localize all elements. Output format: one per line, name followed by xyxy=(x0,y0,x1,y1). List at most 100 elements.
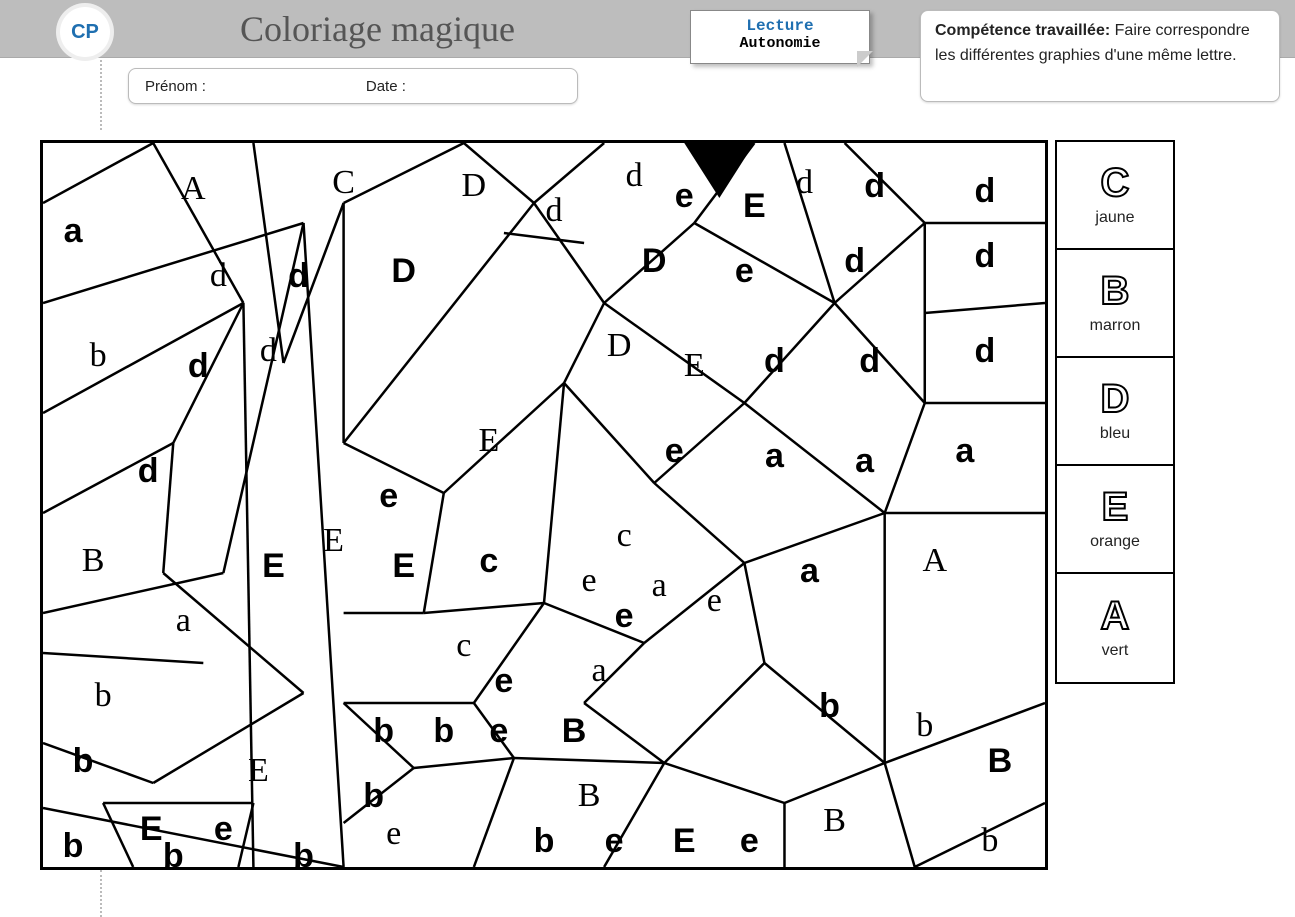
date-label: Date : xyxy=(366,78,406,95)
puzzle-letter: e xyxy=(707,582,722,619)
puzzle-letter: c xyxy=(617,517,632,554)
legend-cell: B marron xyxy=(1057,250,1173,358)
name-date-box: Prénom : Date : xyxy=(128,68,578,104)
puzzle-letter: a xyxy=(855,442,875,480)
puzzle-letter: B xyxy=(578,777,601,814)
puzzle-letter: B xyxy=(988,742,1013,780)
puzzle-letter: B xyxy=(823,802,846,839)
puzzle-letter: e xyxy=(214,810,233,848)
page-title: Coloriage magique xyxy=(240,8,515,50)
puzzle-letter: b xyxy=(433,712,454,750)
puzzle-letter: b xyxy=(373,712,394,750)
legend-color: orange xyxy=(1090,533,1140,551)
subject-line1: Lecture xyxy=(691,17,869,35)
puzzle-letter: B xyxy=(562,712,587,750)
puzzle-letter: d xyxy=(864,167,885,205)
guide-line xyxy=(100,60,102,130)
puzzle-letter: d xyxy=(974,332,995,370)
guide-line-bottom xyxy=(100,870,102,917)
puzzle-letter: b xyxy=(73,742,94,780)
puzzle-letter: E xyxy=(248,752,269,789)
puzzle-letter: b xyxy=(819,687,840,725)
puzzle-letter: E xyxy=(262,547,285,585)
puzzle-letter: d xyxy=(288,257,309,295)
competence-label: Compétence travaillée: xyxy=(935,22,1110,39)
legend-letter: B xyxy=(1101,271,1130,311)
puzzle-letter: e xyxy=(582,562,597,599)
legend-letter: C xyxy=(1101,163,1130,203)
puzzle-letter: A xyxy=(922,542,947,579)
puzzle-letter: E xyxy=(743,187,766,225)
puzzle-letter: b xyxy=(293,837,314,867)
legend-letter: A xyxy=(1101,596,1130,636)
coloring-puzzle: aACDddeEdddddDDeddbddDEddddEeaaaBEEeEcce… xyxy=(40,140,1048,870)
puzzle-letter: a xyxy=(955,432,975,470)
puzzle-letter: e xyxy=(740,822,759,860)
puzzle-letter: d xyxy=(546,192,563,229)
puzzle-letter: d xyxy=(210,257,227,294)
puzzle-letter: d xyxy=(974,172,995,210)
legend-color: bleu xyxy=(1100,425,1130,443)
worksheet-page: CP Coloriage magique Lecture Autonomie C… xyxy=(0,0,1295,917)
puzzle-letter: b xyxy=(534,822,555,860)
puzzle-letter: E xyxy=(140,810,163,848)
puzzle-letter: b xyxy=(363,777,384,815)
puzzle-letter: a xyxy=(765,437,785,475)
legend-color: marron xyxy=(1090,317,1141,335)
puzzle-letter: d xyxy=(138,452,159,490)
puzzle-letter: a xyxy=(800,552,820,590)
puzzle-letter: e xyxy=(675,177,694,215)
puzzle-letter: d xyxy=(844,242,865,280)
puzzle-letter: b xyxy=(916,707,933,744)
legend-color: jaune xyxy=(1095,209,1134,227)
puzzle-letter: D xyxy=(607,327,632,364)
puzzle-letter: a xyxy=(592,652,607,689)
name-label: Prénom : xyxy=(145,78,206,95)
puzzle-letter: D xyxy=(462,167,487,204)
puzzle-letter: e xyxy=(494,662,513,700)
puzzle-letter: e xyxy=(489,712,508,750)
legend-letter: D xyxy=(1101,379,1130,419)
puzzle-letter: B xyxy=(82,542,105,579)
puzzle-letter: e xyxy=(379,477,398,515)
puzzle-letter: b xyxy=(981,822,998,859)
puzzle-letter: c xyxy=(479,542,498,580)
legend-cell: C jaune xyxy=(1057,142,1173,250)
puzzle-letter: b xyxy=(90,337,107,374)
puzzle-letter: b xyxy=(95,677,112,714)
puzzle-letter: a xyxy=(64,212,84,250)
competence-box: Compétence travaillée: Faire correspondr… xyxy=(920,10,1280,102)
puzzle-letter: d xyxy=(974,237,995,275)
puzzle-letter: E xyxy=(673,822,696,860)
color-legend: C jaune B marron D bleu E orange A vert xyxy=(1055,140,1175,684)
puzzle-letter: d xyxy=(260,332,277,369)
puzzle-letter: C xyxy=(332,164,355,201)
legend-letter: E xyxy=(1102,487,1129,527)
puzzle-letter: E xyxy=(684,347,705,384)
grade-badge: CP xyxy=(60,7,110,57)
puzzle-letter: e xyxy=(615,597,634,635)
subject-tab: Lecture Autonomie xyxy=(690,10,870,64)
puzzle-letter: a xyxy=(176,602,191,639)
puzzle-letter: e xyxy=(386,815,401,852)
puzzle-letter: E xyxy=(323,522,344,559)
puzzle-letter: b xyxy=(63,827,84,865)
puzzle-letter: d xyxy=(796,164,813,201)
puzzle-letter: d xyxy=(188,347,209,385)
puzzle-letter: E xyxy=(478,422,499,459)
puzzle-letter: a xyxy=(652,567,667,604)
legend-cell: A vert xyxy=(1057,574,1173,682)
puzzle-letter: E xyxy=(392,547,415,585)
puzzle-letter: b xyxy=(163,837,184,867)
legend-cell: E orange xyxy=(1057,466,1173,574)
puzzle-letter: c xyxy=(456,627,471,664)
puzzle-letter: d xyxy=(626,157,643,194)
puzzle-letter: D xyxy=(642,242,667,280)
puzzle-letter: e xyxy=(735,252,754,290)
subject-line2: Autonomie xyxy=(691,35,869,52)
legend-color: vert xyxy=(1102,642,1129,660)
puzzle-letter: d xyxy=(764,342,785,380)
puzzle-letter: e xyxy=(665,432,684,470)
puzzle-letter: e xyxy=(605,822,624,860)
puzzle-letter: D xyxy=(391,252,416,290)
